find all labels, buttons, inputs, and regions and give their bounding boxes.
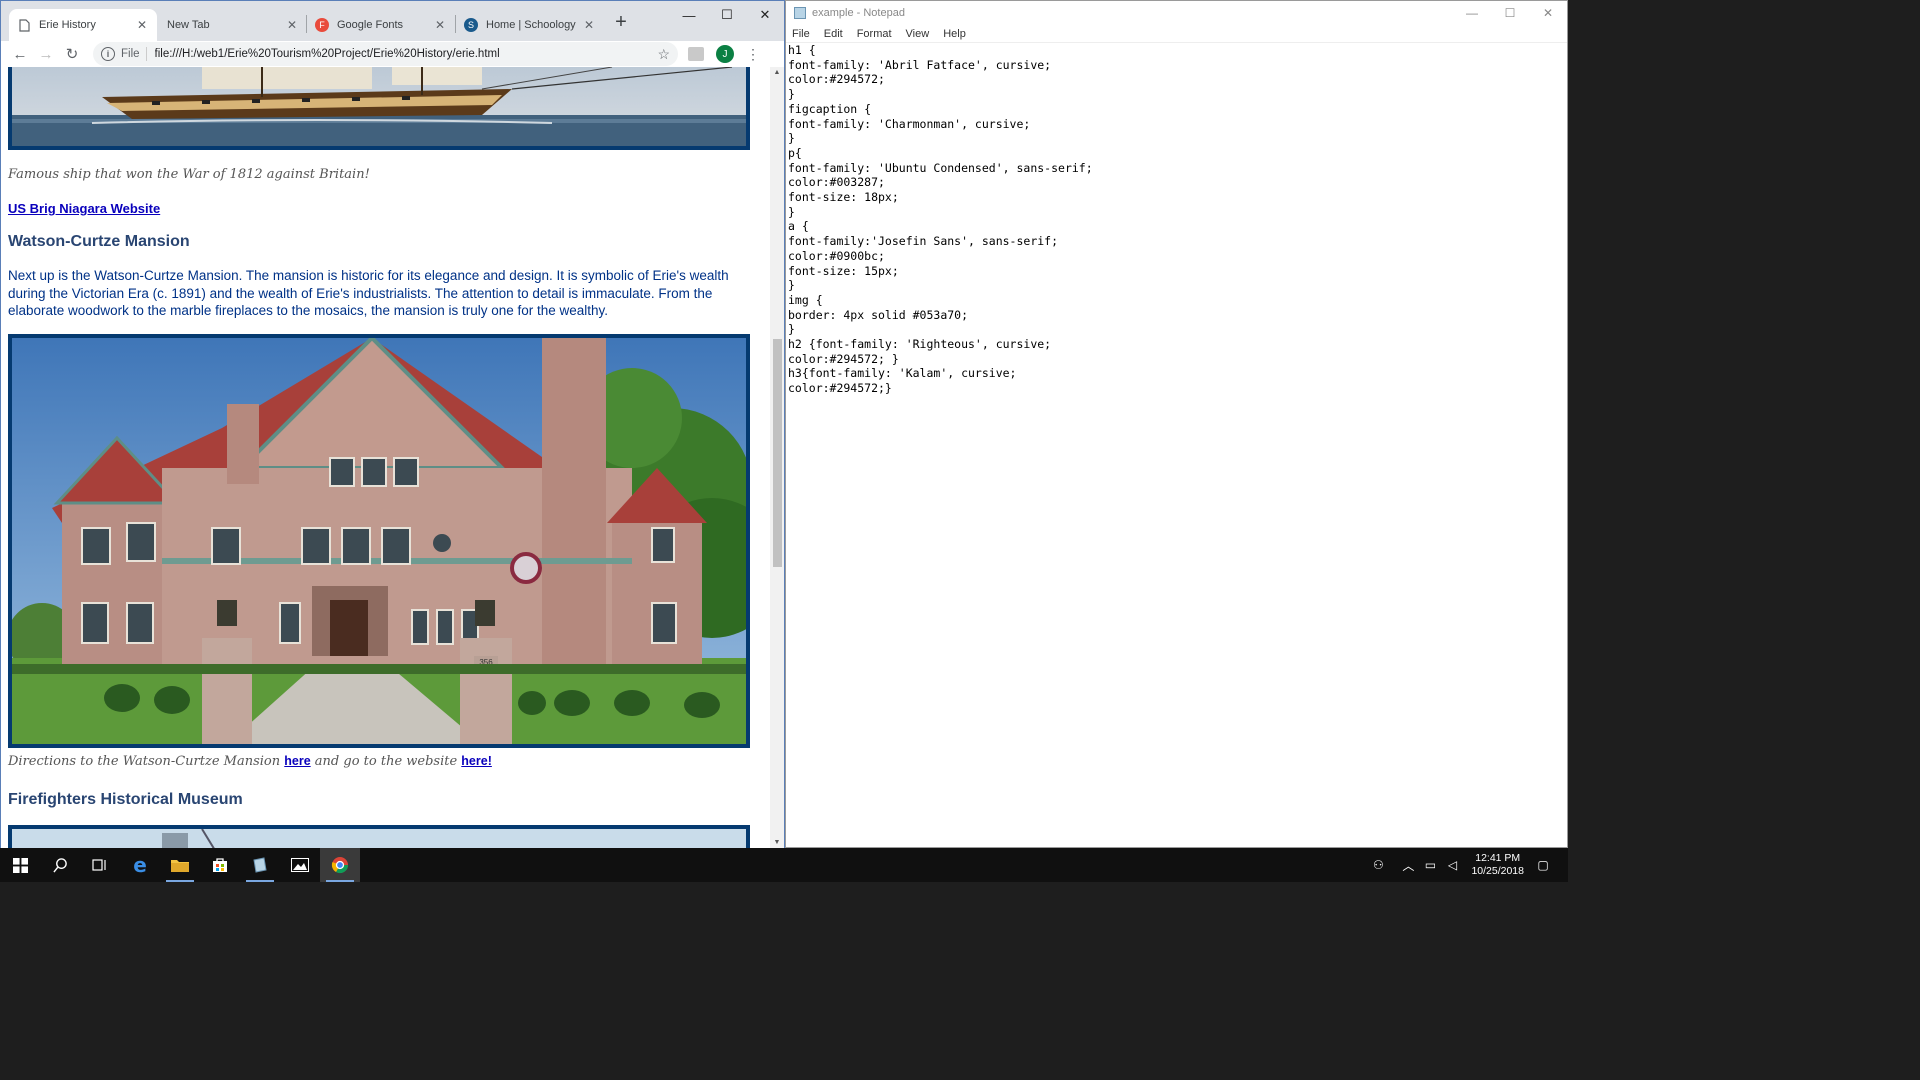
tab-erie-history[interactable]: Erie History ✕ <box>9 9 157 41</box>
niagara-website-link[interactable]: US Brig Niagara Website <box>8 201 160 216</box>
notepad-title: example - Notepad <box>812 7 905 19</box>
forward-arrow-icon[interactable]: → <box>33 42 59 66</box>
notepad-taskbar-icon[interactable] <box>240 848 280 882</box>
close-icon[interactable]: ✕ <box>1529 1 1567 25</box>
mansion-figcaption: Directions to the Watson-Curtze Mansion … <box>8 752 492 770</box>
close-icon[interactable]: ✕ <box>285 18 299 32</box>
caption-text: and go to the website <box>310 754 462 769</box>
desktop: Erie History ✕ New Tab ✕ F Google Fonts … <box>0 0 1568 882</box>
chrome-taskbar-icon[interactable] <box>320 848 360 882</box>
chevron-up-icon[interactable]: ︿ <box>1397 857 1419 874</box>
notepad-text-area[interactable]: h1 { font-family: 'Abril Fatface', cursi… <box>788 43 1093 396</box>
page-scrollbar[interactable]: ▲ ▼ <box>770 67 784 848</box>
ship-figcaption: Famous ship that won the War of 1812 aga… <box>8 167 370 182</box>
taskbar: e ⚇ ︿ ▭ ◁ 12:41 PM 10/25/2018 ▢ <box>0 848 1568 882</box>
maximize-icon[interactable]: ☐ <box>708 1 746 29</box>
directions-link[interactable]: here <box>284 754 310 768</box>
close-icon[interactable]: ✕ <box>433 18 447 32</box>
tab-title: Home | Schoology <box>486 19 576 31</box>
schoology-icon: S <box>464 18 478 32</box>
task-view-icon[interactable] <box>80 848 120 882</box>
notification-icon[interactable]: ▢ <box>1532 858 1554 872</box>
address-bar[interactable]: i File file:///H:/web1/Erie%20Tourism%20… <box>93 42 678 66</box>
menu-view[interactable]: View <box>906 28 930 40</box>
ship-image <box>8 67 750 150</box>
tab-title: Erie History <box>39 19 96 31</box>
browser-toolbar: ← → ↻ i File file:///H:/web1/Erie%20Tour… <box>1 41 784 67</box>
menu-help[interactable]: Help <box>943 28 966 40</box>
tab-title: New Tab <box>167 19 210 31</box>
edge-icon[interactable]: e <box>120 848 160 882</box>
photos-icon[interactable] <box>280 848 320 882</box>
caption-text: Directions to the Watson-Curtze Mansion <box>8 754 285 769</box>
google-fonts-icon: F <box>315 18 329 32</box>
back-arrow-icon[interactable]: ← <box>7 42 33 66</box>
close-icon[interactable]: ✕ <box>746 1 784 29</box>
info-icon[interactable]: i <box>101 47 115 61</box>
notepad-window: example - Notepad — ☐ ✕ File Edit Format… <box>785 0 1568 848</box>
firefighters-image <box>8 825 750 848</box>
tab-schoology[interactable]: S Home | Schoology ✕ <box>456 9 604 41</box>
minimize-icon[interactable]: — <box>1453 1 1491 25</box>
mansion-image: 356 <box>8 334 750 748</box>
scroll-up-icon[interactable]: ▲ <box>770 69 784 76</box>
page-viewport: Famous ship that won the War of 1812 aga… <box>1 67 770 848</box>
menu-file[interactable]: File <box>792 28 810 40</box>
close-icon[interactable]: ✕ <box>582 18 596 32</box>
page-icon <box>17 18 31 32</box>
reload-icon[interactable]: ↻ <box>59 42 85 66</box>
close-icon[interactable]: ✕ <box>135 18 149 32</box>
new-tab-button[interactable]: + <box>609 11 633 34</box>
notepad-titlebar: example - Notepad — ☐ ✕ <box>786 1 1567 25</box>
system-tray: ⚇ ︿ ▭ ◁ 12:41 PM 10/25/2018 ▢ <box>1367 848 1568 882</box>
mansion-heading: Watson-Curtze Mansion <box>8 233 190 250</box>
firefighters-heading: Firefighters Historical Museum <box>8 791 243 808</box>
website-link[interactable]: here! <box>461 754 492 768</box>
clock[interactable]: 12:41 PM 10/25/2018 <box>1471 852 1524 878</box>
network-icon[interactable]: ▭ <box>1419 858 1441 872</box>
scheme-label: File <box>121 48 140 60</box>
notepad-menubar: File Edit Format View Help <box>786 25 1567 43</box>
url-text[interactable]: file:///H:/web1/Erie%20Tourism%20Project… <box>155 48 658 60</box>
maximize-icon[interactable]: ☐ <box>1491 1 1529 25</box>
tab-new-tab[interactable]: New Tab ✕ <box>159 9 307 41</box>
store-icon[interactable] <box>200 848 240 882</box>
search-icon[interactable] <box>40 848 80 882</box>
windows-start-icon[interactable] <box>0 848 40 882</box>
file-explorer-icon[interactable] <box>160 848 200 882</box>
chrome-window: Erie History ✕ New Tab ✕ F Google Fonts … <box>0 0 785 848</box>
bookmark-star-icon[interactable]: ☆ <box>657 46 670 63</box>
extension-icon[interactable] <box>688 47 704 61</box>
scrollbar-thumb[interactable] <box>773 339 782 567</box>
scroll-down-icon[interactable]: ▼ <box>770 839 784 846</box>
people-icon[interactable]: ⚇ <box>1367 858 1389 872</box>
window-controls: — ☐ ✕ <box>670 1 784 29</box>
notepad-icon <box>794 7 806 19</box>
tab-google-fonts[interactable]: F Google Fonts ✕ <box>307 9 455 41</box>
mansion-paragraph: Next up is the Watson-Curtze Mansion. Th… <box>8 268 729 318</box>
volume-icon[interactable]: ◁ <box>1441 858 1463 872</box>
more-menu-icon[interactable]: ⋮ <box>746 46 760 63</box>
clock-time: 12:41 PM <box>1475 852 1521 864</box>
tab-strip: Erie History ✕ New Tab ✕ F Google Fonts … <box>1 1 784 41</box>
clock-date: 10/25/2018 <box>1471 865 1524 877</box>
menu-format[interactable]: Format <box>857 28 892 40</box>
menu-edit[interactable]: Edit <box>824 28 843 40</box>
tab-title: Google Fonts <box>337 19 404 31</box>
minimize-icon[interactable]: — <box>670 1 708 29</box>
profile-avatar[interactable]: J <box>716 45 734 63</box>
